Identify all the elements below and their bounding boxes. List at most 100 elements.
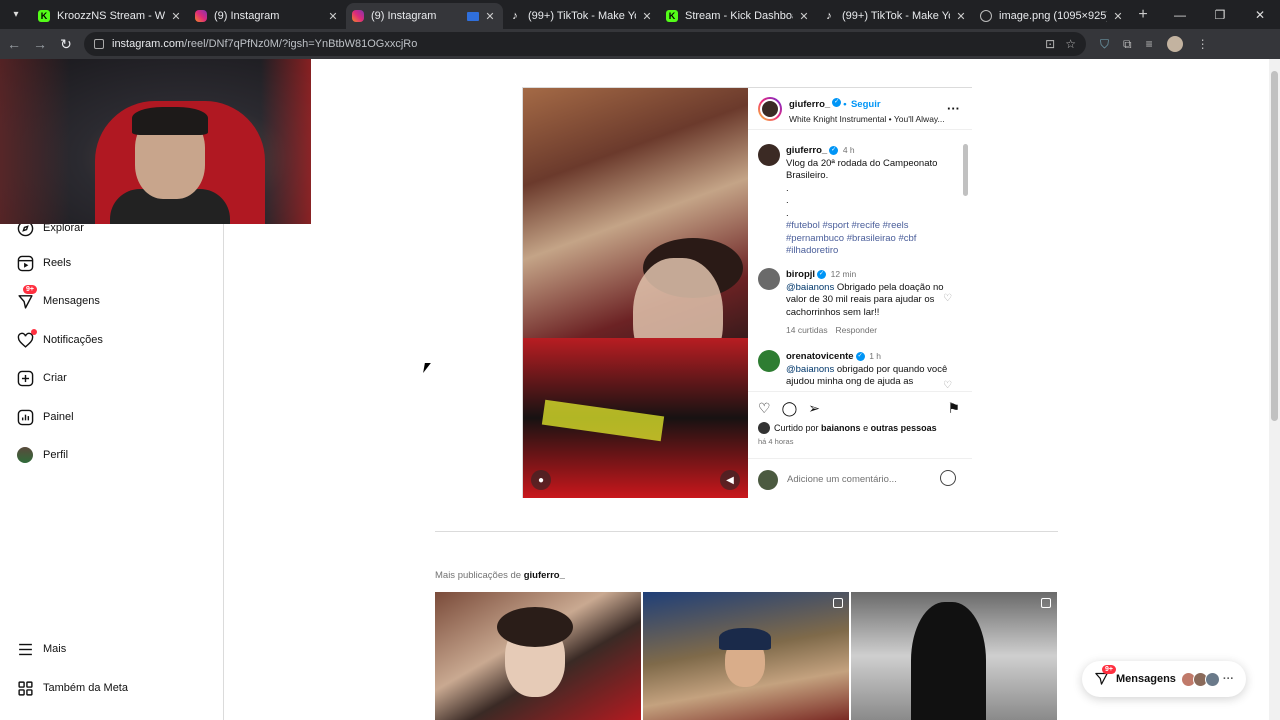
caption-username[interactable]: giuferro_	[786, 145, 827, 156]
author-avatar[interactable]	[758, 96, 782, 121]
extensions-puzzle-icon[interactable]: ⧉	[1123, 37, 1132, 52]
comment-username[interactable]: biropjl	[786, 269, 815, 280]
close-icon[interactable]: ✕	[640, 10, 654, 23]
sidebar-item-profile[interactable]: Perfil	[16, 446, 68, 464]
share-icon[interactable]: ➢	[808, 400, 820, 417]
comment-icon[interactable]: ◯	[782, 400, 798, 417]
address-bar[interactable]: instagram.com/reel/DNf7qPfNz0M/?igsh=YnB…	[84, 32, 1086, 56]
profile-avatar[interactable]	[1166, 36, 1183, 52]
comment: biropjl ✓ 12 min @baianons Obrigado pela …	[758, 268, 954, 338]
restore-icon[interactable]: ❐	[1200, 8, 1240, 22]
more-options-icon[interactable]: ···	[947, 101, 960, 116]
follow-button[interactable]: Seguir	[851, 99, 881, 110]
tab-5[interactable]: ♪ (99+) TikTok - Make Your Day ✕	[817, 3, 974, 29]
close-icon[interactable]: ✕	[1111, 10, 1125, 23]
sidebar-item-messages[interactable]: 9+ Mensagens	[16, 285, 100, 310]
sidebar-item-also-from-meta[interactable]: Também da Meta	[16, 679, 128, 697]
author-username[interactable]: giuferro_	[789, 99, 830, 110]
sidebar-item-more[interactable]: Mais	[16, 640, 66, 658]
close-icon[interactable]: ✕	[954, 10, 968, 23]
sidebar-item-label: Mensagens	[43, 295, 100, 307]
liked-by[interactable]: Curtido por baianons e outras pessoas	[758, 422, 937, 434]
avatar-icon	[16, 446, 34, 464]
notification-badge: 9+	[1102, 665, 1116, 674]
sidebar-item-label: Painel	[43, 411, 74, 423]
bookmark-icon[interactable]: ⚑	[947, 400, 960, 417]
comment-mention[interactable]: @baianons	[786, 364, 834, 375]
comment-avatar[interactable]	[758, 350, 780, 372]
extension-badge-icon[interactable]: ⛉	[1100, 37, 1109, 52]
site-info-icon[interactable]	[94, 39, 104, 49]
tab-2[interactable]: (9) Instagram ✕	[346, 3, 503, 29]
add-comment-bar[interactable]: Adicione um comentário...	[748, 458, 972, 500]
heart-icon	[16, 329, 37, 349]
back-icon[interactable]: ←	[2, 36, 26, 52]
sidebar-item-reels[interactable]: Reels	[16, 254, 71, 272]
url-path: /reel/DNf7qPfNz0M/?igsh=YnBtbW81OGxxcjRo	[184, 38, 418, 50]
page-scrollbar[interactable]	[1269, 59, 1280, 720]
install-app-icon[interactable]: ⊡	[1045, 37, 1055, 51]
tab-search-icon[interactable]: ▾	[4, 2, 28, 26]
messenger-icon: 9+	[1094, 665, 1116, 687]
close-icon[interactable]: ✕	[326, 10, 340, 23]
liked-and: e	[863, 423, 869, 433]
verified-icon: ✓	[817, 269, 827, 279]
close-icon[interactable]: ✕	[169, 10, 183, 23]
comment-avatar[interactable]	[758, 268, 780, 290]
tab-title: KroozzNS Stream - Watch Live	[57, 10, 165, 22]
reply-button[interactable]: Responder	[836, 325, 878, 335]
volume-icon[interactable]: ◀	[720, 470, 740, 490]
post-thumbnail[interactable]	[643, 592, 849, 720]
liked-user[interactable]: baianons	[821, 423, 861, 433]
tab-1[interactable]: (9) Instagram ✕	[189, 3, 346, 29]
post-time: há 4 horas	[758, 437, 794, 446]
comment-likes[interactable]: 14 curtidas	[786, 325, 828, 335]
chart-icon	[16, 408, 34, 426]
minimize-icon[interactable]: —	[1160, 8, 1200, 22]
tab-0[interactable]: K KroozzNS Stream - Watch Live ✕	[32, 3, 189, 29]
sidebar-item-notifications[interactable]: Notificações	[16, 329, 103, 349]
reel-video[interactable]: ● ◀	[523, 88, 748, 498]
sidebar-item-create[interactable]: Criar	[16, 369, 67, 387]
bookmark-star-icon[interactable]: ☆	[1065, 37, 1076, 51]
divider	[435, 531, 1058, 532]
window-close-icon[interactable]: ✕	[1240, 8, 1280, 22]
forward-icon[interactable]: →	[28, 36, 52, 52]
tab-title: image.png (1095×925)	[999, 10, 1107, 22]
tab-4[interactable]: K Stream - Kick Dashboard ✕	[660, 3, 817, 29]
tab-6[interactable]: image.png (1095×925) ✕	[974, 3, 1131, 29]
tiktok-icon: ♪	[826, 10, 832, 22]
caption-line: .	[786, 207, 789, 219]
add-comment-input[interactable]: Adicione um comentário...	[787, 474, 897, 485]
sidebar-item-label: Reels	[43, 257, 72, 269]
tab-title: (9) Instagram	[214, 10, 280, 22]
comment-like-icon[interactable]: ♡	[943, 380, 952, 388]
caption-hashtags[interactable]: #futebol #sport #recife #reels #pernambu…	[786, 220, 954, 258]
caption-avatar[interactable]	[758, 144, 780, 166]
comment-mention[interactable]: @baianons	[786, 282, 834, 293]
close-icon[interactable]: ✕	[483, 10, 497, 23]
post-thumbnail[interactable]	[435, 592, 641, 720]
reload-icon[interactable]: ↻	[54, 36, 78, 53]
sidebar-item-dashboard[interactable]: Painel	[16, 408, 74, 426]
carousel-icon	[1041, 598, 1051, 608]
chrome-menu-icon[interactable]: ⋮	[1197, 37, 1209, 51]
tab-3[interactable]: ♪ (99+) TikTok - Make Your Day ✕	[503, 3, 660, 29]
tab-title: (99+) TikTok - Make Your Day	[528, 10, 636, 22]
comments-scrollbar[interactable]	[962, 134, 968, 386]
close-icon[interactable]: ✕	[797, 10, 811, 23]
liked-others[interactable]: outras pessoas	[871, 423, 937, 433]
instagram-icon	[195, 10, 207, 22]
post-thumbnail[interactable]	[851, 592, 1057, 720]
more-posts-user[interactable]: giuferro_	[524, 570, 565, 581]
comment-username[interactable]: orenatovicente	[786, 351, 854, 362]
sidebar-item-label: Mais	[43, 643, 67, 655]
comment-like-icon[interactable]: ♡	[943, 293, 952, 304]
audio-track[interactable]: White Knight Instrumental • You'll Alway…	[789, 114, 945, 124]
emoji-icon[interactable]	[940, 470, 956, 486]
new-tab-button[interactable]: +	[1131, 6, 1155, 24]
tagged-user-icon[interactable]: ●	[531, 470, 551, 490]
messages-pill[interactable]: 9+ Mensagens ···	[1082, 661, 1246, 697]
like-icon[interactable]: ♡	[758, 400, 771, 417]
media-control-icon[interactable]: ≡	[1146, 37, 1153, 51]
